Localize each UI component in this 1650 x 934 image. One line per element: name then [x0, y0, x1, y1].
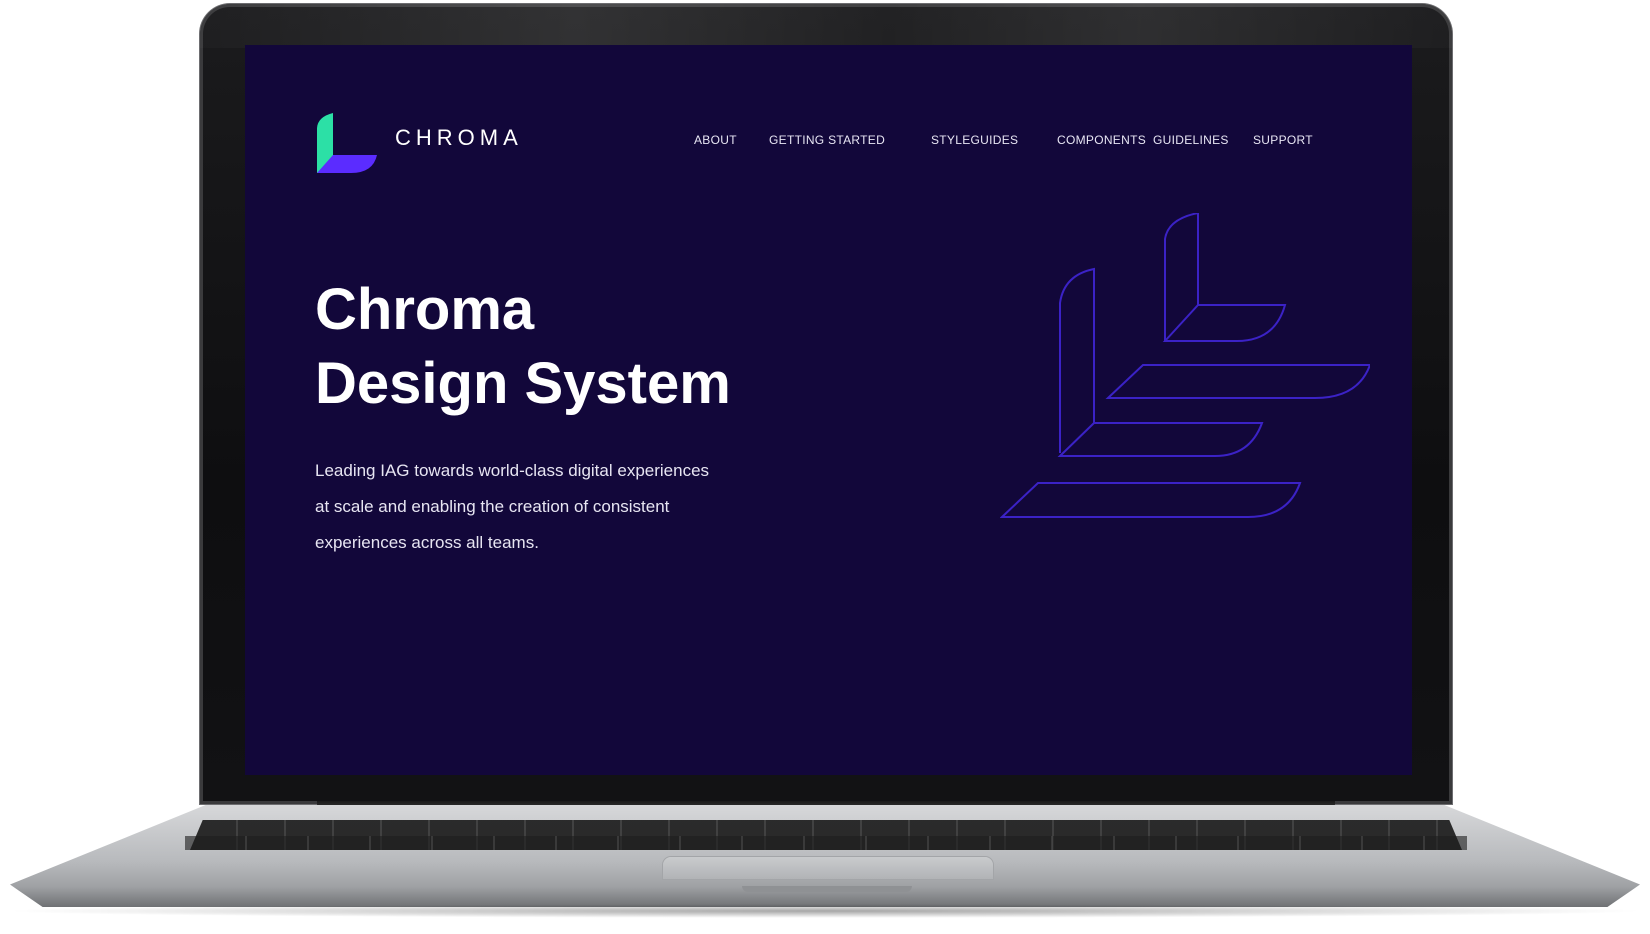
hero-desc-line-1: Leading IAG towards world-class digital … — [315, 461, 710, 480]
hero-title: Chroma Design System — [315, 273, 731, 421]
hero-title-line-2: Design System — [315, 351, 731, 416]
nav-item-about[interactable]: ABOUT — [694, 133, 737, 147]
layered-shapes-illustration — [1000, 213, 1370, 518]
laptop-keyboard-row — [185, 836, 1467, 850]
hero-desc-line-3: experiences across all teams. — [315, 533, 539, 552]
hero-title-line-1: Chroma — [315, 277, 535, 342]
lid-reflection — [200, 4, 1452, 48]
laptop-mockup: CHROMA ABOUT GETTING STARTED STYLEGUIDES… — [0, 0, 1650, 934]
laptop-shadow — [0, 904, 1650, 918]
laptop-front-lip — [742, 886, 912, 892]
hero-desc-line-2: at scale and enabling the creation of co… — [315, 497, 670, 516]
nav-item-styleguides[interactable]: STYLEGUIDES — [931, 133, 1018, 147]
hero-description: Leading IAG towards world-class digital … — [315, 453, 775, 561]
laptop-screen: CHROMA ABOUT GETTING STARTED STYLEGUIDES… — [245, 45, 1412, 775]
laptop-trackpad — [663, 857, 993, 879]
main-navigation: ABOUT GETTING STARTED STYLEGUIDES COMPON… — [245, 133, 1412, 149]
nav-item-components[interactable]: COMPONENTS — [1057, 133, 1146, 147]
nav-item-support[interactable]: SUPPORT — [1253, 133, 1313, 147]
nav-item-getting-started[interactable]: GETTING STARTED — [769, 133, 885, 147]
nav-item-guidelines[interactable]: GUIDELINES — [1153, 133, 1229, 147]
